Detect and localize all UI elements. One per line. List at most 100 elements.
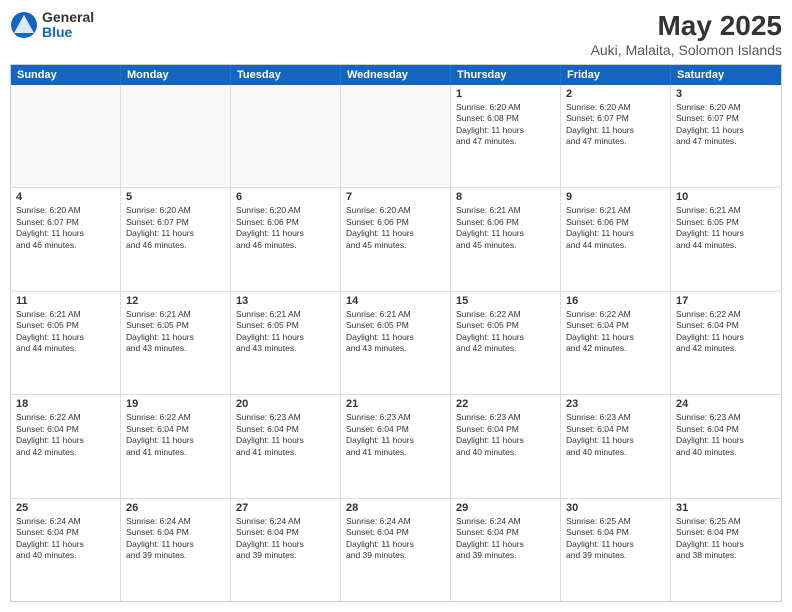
day-number: 16 (566, 295, 665, 307)
day-cell-22: 22Sunrise: 6:23 AM Sunset: 6:04 PM Dayli… (451, 395, 561, 497)
title-block: May 2025 Auki, Malaita, Solomon Islands (591, 10, 782, 58)
empty-cell (341, 85, 451, 187)
day-number: 30 (566, 502, 665, 514)
day-cell-28: 28 Sunrise: 6:24 AM Sunset: 6:04 PM Dayli… (341, 499, 451, 601)
day-info: Sunrise: 6:21 AM Sunset: 6:05 PM Dayligh… (16, 309, 115, 355)
day-cell-15: 15 Sunrise: 6:22 AM Sunset: 6:05 PM Dayli… (451, 292, 561, 394)
day-cell-5: 5 Sunrise: 6:20 AM Sunset: 6:07 PM Daylig… (121, 188, 231, 290)
day-cell-26: 26 Sunrise: 6:24 AM Sunset: 6:04 PM Dayli… (121, 499, 231, 601)
day-number: 10 (676, 191, 776, 203)
day-info: Sunrise: 6:24 AM Sunset: 6:04 PM Dayligh… (456, 516, 555, 562)
calendar-body: 1 Sunrise: 6:20 AM Sunset: 6:08 PM Daylig… (11, 85, 781, 601)
logo-text: General Blue (42, 10, 94, 41)
day-number: 14 (346, 295, 445, 307)
day-info: Sunrise: 6:23 AM Sunset: 6:04 PM Dayligh… (566, 412, 665, 458)
day-cell-12: 12 Sunrise: 6:21 AM Sunset: 6:05 PM Dayli… (121, 292, 231, 394)
day-cell-14: 14 Sunrise: 6:21 AM Sunset: 6:05 PM Dayli… (341, 292, 451, 394)
day-info: Sunrise: 6:20 AM Sunset: 6:07 PM Dayligh… (16, 205, 115, 251)
day-info: Sunrise: 6:22 AM Sunset: 6:04 PM Dayligh… (676, 309, 776, 355)
calendar-header: SundayMondayTuesdayWednesdayThursdayFrid… (11, 65, 781, 85)
logo-blue-text: Blue (42, 25, 94, 40)
day-cell-9: 9 Sunrise: 6:21 AM Sunset: 6:06 PM Daylig… (561, 188, 671, 290)
day-number: 20 (236, 398, 335, 410)
day-number: 13 (236, 295, 335, 307)
day-cell-25: 25 Sunrise: 6:24 AM Sunset: 6:04 PM Dayli… (11, 499, 121, 601)
empty-cell (121, 85, 231, 187)
day-info: Sunrise: 6:21 AM Sunset: 6:05 PM Dayligh… (346, 309, 445, 355)
day-number: 18 (16, 398, 115, 410)
day-number: 29 (456, 502, 555, 514)
day-number: 1 (456, 88, 555, 100)
day-number: 15 (456, 295, 555, 307)
day-cell-19: 19 Sunrise: 6:22 AM Sunset: 6:04 PM Dayli… (121, 395, 231, 497)
day-cell-24: 24 Sunrise: 6:23 AM Sunset: 6:04 PM Dayli… (671, 395, 781, 497)
day-info: Sunrise: 6:22 AM Sunset: 6:04 PM Dayligh… (566, 309, 665, 355)
day-cell-4: 4 Sunrise: 6:20 AM Sunset: 6:07 PM Daylig… (11, 188, 121, 290)
day-cell-29: 29 Sunrise: 6:24 AM Sunset: 6:04 PM Dayli… (451, 499, 561, 601)
day-info: Sunrise: 6:20 AM Sunset: 6:07 PM Dayligh… (566, 102, 665, 148)
week-row-1: 1 Sunrise: 6:20 AM Sunset: 6:08 PM Daylig… (11, 85, 781, 187)
day-number: 31 (676, 502, 776, 514)
empty-cell (11, 85, 121, 187)
day-info: Sunrise: 6:24 AM Sunset: 6:04 PM Dayligh… (236, 516, 335, 562)
day-number: 22 (456, 398, 555, 410)
week-row-5: 25 Sunrise: 6:24 AM Sunset: 6:04 PM Dayli… (11, 498, 781, 601)
day-number: 23 (566, 398, 665, 410)
day-header-friday: Friday (561, 65, 671, 85)
day-info: Sunrise: 6:23 AM Sunset: 6:04 PM Dayligh… (346, 412, 445, 458)
day-info: Sunrise: 6:20 AM Sunset: 6:08 PM Dayligh… (456, 102, 555, 148)
day-number: 27 (236, 502, 335, 514)
main-title: May 2025 (591, 10, 782, 42)
page: General Blue May 2025 Auki, Malaita, Sol… (0, 0, 792, 612)
day-info: Sunrise: 6:20 AM Sunset: 6:07 PM Dayligh… (126, 205, 225, 251)
day-number: 9 (566, 191, 665, 203)
day-cell-10: 10 Sunrise: 6:21 AM Sunset: 6:05 PM Dayli… (671, 188, 781, 290)
day-cell-1: 1 Sunrise: 6:20 AM Sunset: 6:08 PM Daylig… (451, 85, 561, 187)
day-cell-21: 21 Sunrise: 6:23 AM Sunset: 6:04 PM Dayli… (341, 395, 451, 497)
day-header-tuesday: Tuesday (231, 65, 341, 85)
day-number: 5 (126, 191, 225, 203)
day-number: 7 (346, 191, 445, 203)
day-number: 19 (126, 398, 225, 410)
day-header-sunday: Sunday (11, 65, 121, 85)
day-info: Sunrise: 6:22 AM Sunset: 6:05 PM Dayligh… (456, 309, 555, 355)
day-header-monday: Monday (121, 65, 231, 85)
day-number: 25 (16, 502, 115, 514)
day-cell-23: 23 Sunrise: 6:23 AM Sunset: 6:04 PM Dayli… (561, 395, 671, 497)
day-number: 24 (676, 398, 776, 410)
day-header-saturday: Saturday (671, 65, 781, 85)
day-info: Sunrise: 6:24 AM Sunset: 6:04 PM Dayligh… (346, 516, 445, 562)
week-row-3: 11Sunrise: 6:21 AM Sunset: 6:05 PM Dayli… (11, 291, 781, 394)
day-number: 12 (126, 295, 225, 307)
day-cell-27: 27 Sunrise: 6:24 AM Sunset: 6:04 PM Dayli… (231, 499, 341, 601)
day-number: 21 (346, 398, 445, 410)
day-cell-30: 30Sunrise: 6:25 AM Sunset: 6:04 PM Dayli… (561, 499, 671, 601)
calendar: SundayMondayTuesdayWednesdayThursdayFrid… (10, 64, 782, 602)
day-cell-18: 18 Sunrise: 6:22 AM Sunset: 6:04 PM Dayli… (11, 395, 121, 497)
day-info: Sunrise: 6:21 AM Sunset: 6:05 PM Dayligh… (676, 205, 776, 251)
logo-icon (10, 11, 38, 39)
day-info: Sunrise: 6:23 AM Sunset: 6:04 PM Dayligh… (676, 412, 776, 458)
week-row-4: 18 Sunrise: 6:22 AM Sunset: 6:04 PM Dayli… (11, 394, 781, 497)
day-info: Sunrise: 6:21 AM Sunset: 6:06 PM Dayligh… (456, 205, 555, 251)
day-cell-17: 17Sunrise: 6:22 AM Sunset: 6:04 PM Dayli… (671, 292, 781, 394)
day-number: 4 (16, 191, 115, 203)
day-number: 2 (566, 88, 665, 100)
logo-general-text: General (42, 10, 94, 25)
day-info: Sunrise: 6:25 AM Sunset: 6:04 PM Dayligh… (676, 516, 776, 562)
day-info: Sunrise: 6:21 AM Sunset: 6:06 PM Dayligh… (566, 205, 665, 251)
day-number: 26 (126, 502, 225, 514)
day-info: Sunrise: 6:20 AM Sunset: 6:06 PM Dayligh… (236, 205, 335, 251)
day-cell-11: 11Sunrise: 6:21 AM Sunset: 6:05 PM Dayli… (11, 292, 121, 394)
day-info: Sunrise: 6:20 AM Sunset: 6:06 PM Dayligh… (346, 205, 445, 251)
logo: General Blue (10, 10, 94, 41)
day-info: Sunrise: 6:22 AM Sunset: 6:04 PM Dayligh… (16, 412, 115, 458)
day-cell-8: 8Sunrise: 6:21 AM Sunset: 6:06 PM Daylig… (451, 188, 561, 290)
empty-cell (231, 85, 341, 187)
day-info: Sunrise: 6:22 AM Sunset: 6:04 PM Dayligh… (126, 412, 225, 458)
day-info: Sunrise: 6:24 AM Sunset: 6:04 PM Dayligh… (16, 516, 115, 562)
day-number: 28 (346, 502, 445, 514)
day-info: Sunrise: 6:21 AM Sunset: 6:05 PM Dayligh… (126, 309, 225, 355)
day-info: Sunrise: 6:24 AM Sunset: 6:04 PM Dayligh… (126, 516, 225, 562)
day-number: 6 (236, 191, 335, 203)
